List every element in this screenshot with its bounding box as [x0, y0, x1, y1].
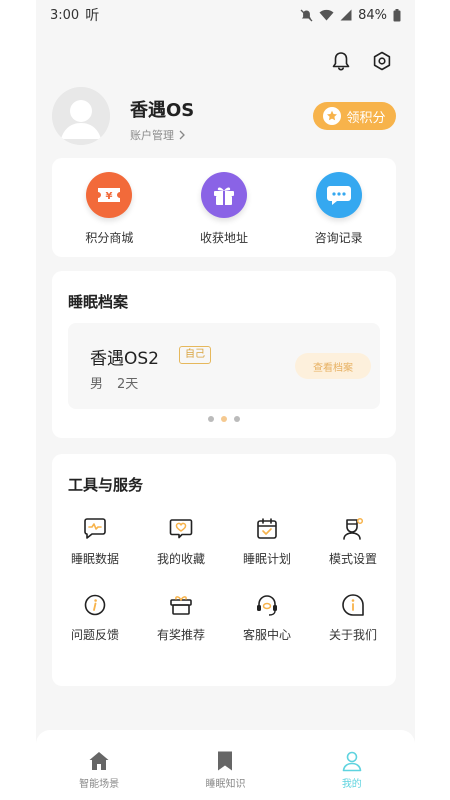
star-icon: [323, 107, 342, 125]
headset-icon: [257, 595, 277, 616]
claim-points-label: 领积分: [346, 110, 386, 126]
username: 香遇OS: [130, 100, 195, 121]
view-file-button[interactable]: 查看档案: [295, 353, 371, 379]
account-management-label: 账户管理: [130, 129, 174, 142]
tool-feedback[interactable]: 问题反馈: [52, 592, 138, 643]
tool-label: 我的收藏: [156, 552, 205, 566]
tool-label: 关于我们: [328, 628, 377, 642]
bottom-navigation: 智能场景 睡眠知识 我的: [36, 730, 415, 800]
yen-coupon-icon: ¥: [86, 172, 133, 218]
favorites-heart-icon: [169, 519, 193, 539]
status-bar: 3:00 听 84%: [36, 0, 415, 30]
tool-about-us[interactable]: 关于我们: [310, 592, 396, 643]
nav-label: 我的: [341, 779, 362, 790]
nav-sleep-knowledge[interactable]: 睡眠知识: [180, 750, 270, 800]
info-feedback-icon: [84, 594, 106, 616]
sleep-profile-gender: 男: [90, 377, 104, 392]
claim-points-button[interactable]: 领积分: [313, 102, 396, 130]
self-tag-badge: 自己: [179, 346, 211, 364]
account-management-link[interactable]: 账户管理: [130, 127, 186, 143]
about-info-icon: [342, 594, 364, 616]
carousel-dot-active[interactable]: [221, 416, 227, 422]
signal-icon: [340, 9, 352, 21]
sleep-data-icon: [84, 518, 106, 539]
tool-label: 睡眠计划: [242, 552, 291, 566]
default-avatar-icon: [52, 87, 110, 145]
gift-box-icon: [200, 172, 247, 218]
tool-referral[interactable]: 有奖推荐: [138, 592, 224, 643]
battery-icon: [393, 8, 401, 21]
tool-label: 客服中心: [242, 628, 291, 642]
settings-gear-icon[interactable]: [371, 50, 393, 72]
person-icon: [342, 751, 362, 772]
status-time: 3:00: [50, 7, 80, 23]
sleep-profile-meta: 男 2天: [90, 373, 138, 392]
nav-mine[interactable]: 我的: [307, 750, 397, 800]
sleep-profile-name: 香遇OS2: [90, 349, 159, 369]
tool-favorites[interactable]: 我的收藏: [138, 516, 224, 567]
tool-sleep-plan[interactable]: 睡眠计划: [224, 516, 310, 567]
chevron-right-icon: [179, 130, 185, 140]
sleep-profile-item[interactable]: 香遇OS2 自己 男 2天 查看档案: [68, 323, 380, 409]
tools-grid: 睡眠数据 我的收藏 睡眠计划 模式设置 问题反馈 有奖推荐 客服中心 关于我们: [52, 516, 396, 643]
tool-customer-service[interactable]: 客服中心: [224, 592, 310, 643]
status-app-glyph: 听: [85, 8, 100, 24]
quick-link-label: 收获地址: [199, 231, 248, 245]
wifi-icon: [319, 9, 334, 21]
sleep-file-title: 睡眠档案: [68, 293, 129, 311]
chat-bubble-icon: [315, 172, 362, 218]
nav-label: 睡眠知识: [205, 779, 246, 790]
quick-links-card: ¥ 积分商城 收获地址 咨询记录: [52, 158, 396, 257]
tool-label: 模式设置: [328, 552, 377, 566]
tool-label: 有奖推荐: [156, 628, 205, 642]
tool-label: 睡眠数据: [70, 552, 119, 566]
tool-label: 问题反馈: [70, 628, 119, 642]
quick-link-label: 咨询记录: [314, 231, 363, 245]
mute-bell-icon: [300, 9, 313, 21]
avatar[interactable]: [52, 87, 110, 145]
home-icon: [89, 752, 109, 770]
bookmark-icon: [218, 751, 233, 771]
quick-link-address[interactable]: 收获地址: [179, 172, 269, 257]
carousel-dot[interactable]: [208, 416, 214, 422]
sleep-profile-days: 2天: [117, 377, 139, 392]
app-screen: 3:00 听 84% 香遇OS 账户管理 领积分 ¥ 积分商城 收获地址 咨询记…: [36, 0, 415, 800]
notification-bell-icon[interactable]: [330, 50, 352, 72]
quick-link-label: 积分商城: [85, 231, 134, 245]
tool-sleep-data[interactable]: 睡眠数据: [52, 516, 138, 567]
nav-smart-scenes[interactable]: 智能场景: [54, 750, 144, 800]
sleep-file-card: 睡眠档案 香遇OS2 自己 男 2天 查看档案: [52, 271, 396, 438]
tool-mode-settings[interactable]: 模式设置: [310, 516, 396, 567]
svg-text:¥: ¥: [106, 191, 113, 202]
battery-percent: 84%: [358, 7, 387, 23]
tools-services-title: 工具与服务: [68, 476, 144, 494]
tools-services-card: 工具与服务 睡眠数据 我的收藏 睡眠计划 模式设置 问题反馈 有奖推荐 客服中心…: [52, 454, 396, 686]
nav-label: 智能场景: [79, 779, 120, 790]
quick-link-consultation[interactable]: 咨询记录: [294, 172, 384, 257]
carousel-dot[interactable]: [234, 416, 240, 422]
carousel-dots: [52, 416, 396, 422]
quick-link-points-mall[interactable]: ¥ 积分商城: [64, 172, 154, 257]
gift-recommend-icon: [170, 596, 192, 615]
mode-settings-icon: [343, 517, 364, 540]
calendar-check-icon: [257, 518, 277, 539]
